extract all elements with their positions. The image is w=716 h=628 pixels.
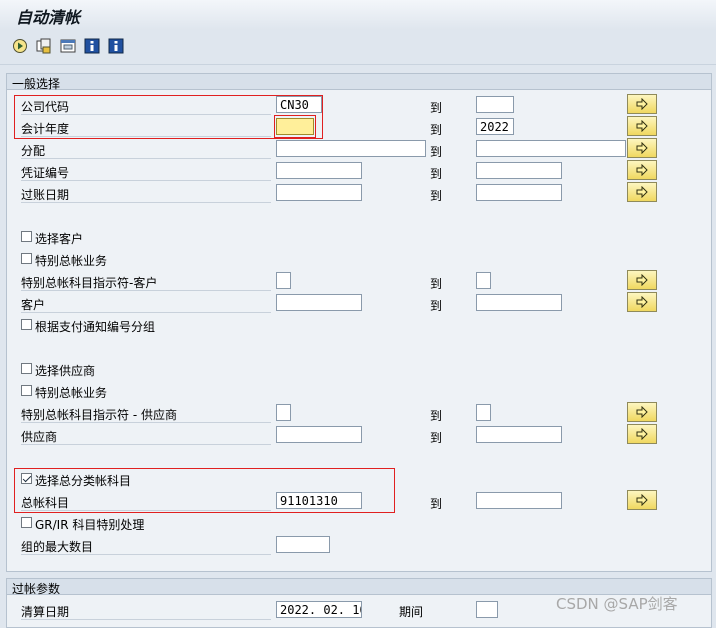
multiple-selection-button[interactable] — [627, 182, 657, 202]
to-label: 到 — [430, 431, 443, 445]
special-gl-transactions-vendor-checkbox[interactable] — [21, 385, 32, 396]
to-label: 到 — [430, 189, 443, 203]
to-label: 到 — [430, 167, 443, 181]
select-customers-label: 选择客户 — [35, 232, 84, 246]
gl-account-to-input[interactable] — [476, 492, 562, 509]
select-vendors-label: 选择供应商 — [35, 364, 96, 378]
company-code-to-input[interactable] — [476, 96, 514, 113]
row-guide-line — [21, 444, 271, 445]
special-gl-transactions-customer-label: 特别总帐业务 — [35, 254, 108, 268]
special-gl-transactions-customer-row: 特别总帐业务 — [7, 248, 711, 270]
special-gl-indicator-customer-to-input[interactable] — [476, 272, 491, 289]
row-guide-line — [21, 312, 271, 313]
customer-to-input[interactable] — [476, 294, 562, 311]
grir-special-handling-checkbox[interactable] — [21, 517, 32, 528]
multiple-selection-button[interactable] — [627, 490, 657, 510]
posting-date-to-input[interactable] — [476, 184, 562, 201]
customer-label: 客户 — [21, 298, 46, 312]
group-by-payment-advice-row: 根据支付通知编号分组 — [7, 314, 711, 336]
max-groups-input[interactable] — [276, 536, 330, 553]
multiple-selection-button[interactable] — [627, 402, 657, 422]
document-number-row: 凭证编号 到 — [7, 160, 711, 182]
variant-icon[interactable] — [60, 38, 76, 54]
multiple-selection-button[interactable] — [627, 138, 657, 158]
window-title: 自动清帐 — [16, 8, 81, 27]
to-label: 到 — [430, 145, 443, 159]
posting-date-row: 过账日期 到 — [7, 182, 711, 204]
group-by-payment-advice-checkbox[interactable] — [21, 319, 32, 330]
clearing-date-input[interactable]: 2022. 02. 10 — [276, 601, 362, 618]
application-toolbar — [0, 30, 716, 65]
document-number-to-input[interactable] — [476, 162, 562, 179]
row-guide-line — [21, 180, 271, 181]
select-customers-row: 选择客户 — [7, 226, 711, 248]
customer-from-input[interactable] — [276, 294, 362, 311]
to-label: 到 — [430, 277, 443, 291]
row-guide-line — [21, 158, 271, 159]
select-vendors-checkbox[interactable] — [21, 363, 32, 374]
special-gl-indicator-vendor-to-input[interactable] — [476, 404, 491, 421]
special-gl-indicator-customer-row: 特别总帐科目指示符-客户 到 — [7, 270, 711, 292]
special-gl-indicator-customer-from-input[interactable] — [276, 272, 291, 289]
max-groups-row: 组的最大数目 — [7, 534, 711, 556]
special-gl-indicator-vendor-from-input[interactable] — [276, 404, 291, 421]
special-gl-indicator-vendor-row: 特别总帐科目指示符 - 供应商 到 — [7, 402, 711, 424]
to-label: 到 — [430, 409, 443, 423]
assignment-label: 分配 — [21, 144, 46, 158]
execute-icon[interactable] — [12, 38, 28, 54]
special-gl-transactions-vendor-label: 特别总帐业务 — [35, 386, 108, 400]
multiple-selection-button[interactable] — [627, 292, 657, 312]
info-icon[interactable] — [108, 38, 124, 54]
multiple-selection-button[interactable] — [627, 424, 657, 444]
vendor-row: 供应商 到 — [7, 424, 711, 446]
multiple-selection-button[interactable] — [627, 94, 657, 114]
special-gl-transactions-vendor-row: 特别总帐业务 — [7, 380, 711, 402]
multiple-selection-button[interactable] — [627, 270, 657, 290]
grir-special-handling-label: GR/IR 科目特别处理 — [35, 518, 145, 532]
special-gl-indicator-customer-label: 特别总帐科目指示符-客户 — [21, 276, 158, 290]
assignment-to-input[interactable] — [476, 140, 626, 157]
row-guide-line — [21, 290, 271, 291]
max-groups-label: 组的最大数目 — [21, 540, 94, 554]
title-bar: 自动清帐 — [0, 0, 716, 30]
posting-date-label: 过账日期 — [21, 188, 70, 202]
to-label: 到 — [430, 299, 443, 313]
period-input[interactable] — [476, 601, 498, 618]
special-gl-indicator-vendor-label: 特别总帐科目指示符 - 供应商 — [21, 408, 177, 422]
info-icon[interactable] — [84, 38, 100, 54]
vendor-from-input[interactable] — [276, 426, 362, 443]
vendor-label: 供应商 — [21, 430, 58, 444]
to-label: 到 — [430, 123, 443, 137]
vendor-to-input[interactable] — [476, 426, 562, 443]
assignment-row: 分配 到 — [7, 138, 711, 160]
general-selection-group: 一般选择 公司代码 CN30 到 会计年度 到 2022 分配 到 凭证编号 到 — [6, 73, 712, 572]
to-label: 到 — [430, 497, 443, 511]
select-vendors-row: 选择供应商 — [7, 358, 711, 380]
row-guide-line — [21, 422, 271, 423]
watermark: CSDN @SAP剑客 — [556, 595, 678, 613]
multiple-selection-button[interactable] — [627, 160, 657, 180]
assignment-from-input[interactable] — [276, 140, 426, 157]
customer-row: 客户 到 — [7, 292, 711, 314]
fiscal-year-to-input[interactable]: 2022 — [476, 118, 514, 135]
row-guide-line — [21, 202, 271, 203]
multiple-selection-button[interactable] — [627, 116, 657, 136]
highlight-box — [274, 115, 316, 138]
document-number-from-input[interactable] — [276, 162, 362, 179]
clearing-date-label: 清算日期 — [21, 605, 70, 619]
select-customers-checkbox[interactable] — [21, 231, 32, 242]
row-guide-line — [21, 554, 271, 555]
period-label: 期间 — [399, 605, 424, 619]
group-by-payment-advice-label: 根据支付通知编号分组 — [35, 320, 156, 334]
highlight-box — [14, 468, 395, 513]
group-header: 一般选择 — [7, 74, 711, 91]
posting-date-from-input[interactable] — [276, 184, 362, 201]
copy-icon[interactable] — [36, 38, 52, 54]
special-gl-transactions-customer-checkbox[interactable] — [21, 253, 32, 264]
grir-special-handling-row: GR/IR 科目特别处理 — [7, 512, 711, 534]
to-label: 到 — [430, 101, 443, 115]
document-number-label: 凭证编号 — [21, 166, 70, 180]
